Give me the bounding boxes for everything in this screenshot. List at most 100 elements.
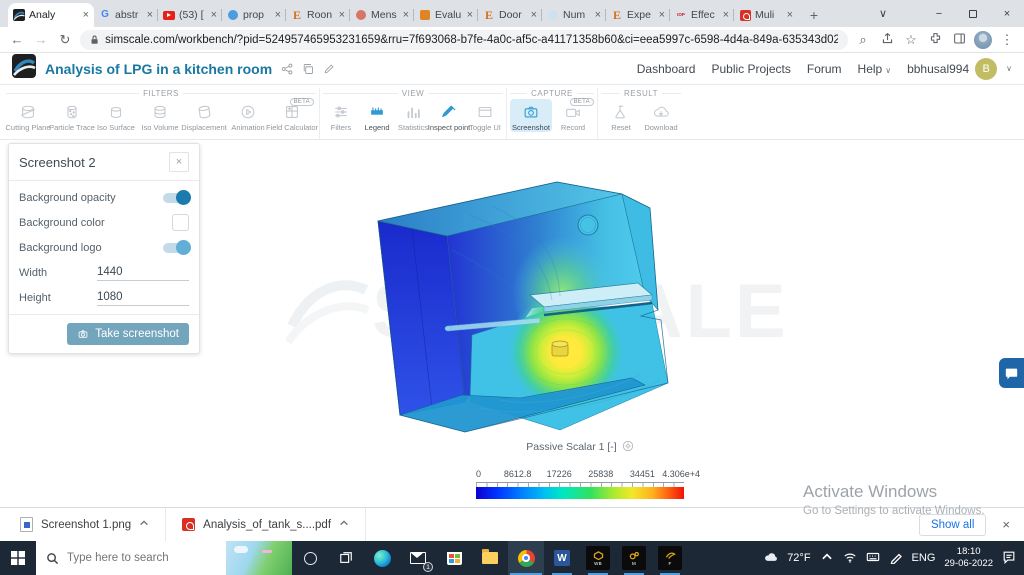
tab-close-icon[interactable]: × bbox=[403, 9, 409, 21]
toolbar-item-legend[interactable]: Legend bbox=[359, 99, 395, 132]
taskbar-app-ansys-wb[interactable]: WB bbox=[580, 541, 616, 575]
tab-close-icon[interactable]: × bbox=[147, 9, 153, 21]
width-input[interactable] bbox=[97, 264, 189, 281]
toolbar-item-toggle-ui[interactable]: Toggle UI bbox=[467, 99, 503, 132]
toolbar-item-animation[interactable]: Animation bbox=[226, 99, 270, 132]
taskbar-app-word[interactable]: W bbox=[544, 541, 580, 575]
tab-close-icon[interactable]: × bbox=[275, 9, 281, 21]
edit-title-pencil-icon[interactable] bbox=[323, 63, 335, 75]
tab-close-icon[interactable]: × bbox=[339, 9, 345, 21]
action-center-icon[interactable] bbox=[1002, 550, 1016, 567]
weather-widget-image[interactable] bbox=[226, 541, 292, 575]
background-color-swatch[interactable] bbox=[172, 214, 189, 231]
cortana-button[interactable] bbox=[292, 541, 328, 575]
show-all-button[interactable]: Show all bbox=[918, 513, 987, 536]
tab-close-icon[interactable]: × bbox=[467, 9, 473, 21]
downloads-close-icon[interactable]: × bbox=[1002, 517, 1010, 532]
toolbar-item-iso-surface[interactable]: Iso Surface bbox=[94, 99, 138, 132]
back-icon[interactable]: ← bbox=[8, 32, 26, 47]
tab-youtube[interactable]: (53) [ × bbox=[157, 3, 222, 27]
background-logo-toggle[interactable] bbox=[163, 239, 191, 255]
tab-expe[interactable]: E Expe × bbox=[605, 3, 670, 27]
nav-forum[interactable]: Forum bbox=[807, 62, 842, 76]
tab-close-icon[interactable]: × bbox=[787, 9, 793, 21]
copy-project-icon[interactable] bbox=[302, 63, 314, 75]
share-icon[interactable] bbox=[878, 32, 896, 48]
tab-effec[interactable]: IOP Effec × bbox=[669, 3, 734, 27]
tab-evalu[interactable]: Evalu × bbox=[413, 3, 478, 27]
legend-settings-gear-icon[interactable] bbox=[622, 440, 634, 455]
omnibox[interactable]: simscale.com/workbench/?pid=524957465953… bbox=[80, 29, 848, 50]
download-item-screenshot[interactable]: Screenshot 1.png bbox=[4, 508, 167, 541]
search-input[interactable] bbox=[67, 552, 187, 564]
pen-icon[interactable] bbox=[889, 550, 903, 567]
taskbar-app-ansys-fluent[interactable]: F bbox=[652, 541, 688, 575]
zoom-icon[interactable]: ⌕ bbox=[854, 32, 872, 48]
close-window-button[interactable]: × bbox=[990, 0, 1024, 27]
tab-close-icon[interactable]: × bbox=[211, 9, 217, 21]
nav-dashboard[interactable]: Dashboard bbox=[637, 62, 696, 76]
tab-roon[interactable]: E Roon × bbox=[285, 3, 350, 27]
chevron-up-icon[interactable] bbox=[139, 518, 149, 531]
tab-abstr[interactable]: G abstr × bbox=[94, 3, 158, 27]
height-input[interactable] bbox=[97, 289, 189, 306]
toolbar-item-statistics[interactable]: Statistics bbox=[395, 99, 431, 132]
toolbar-item-screenshot[interactable]: Screenshot bbox=[510, 99, 552, 132]
maximize-button[interactable] bbox=[956, 0, 990, 27]
weather-cloud-icon[interactable] bbox=[764, 550, 778, 567]
take-screenshot-button[interactable]: Take screenshot bbox=[67, 323, 189, 345]
toolbar-item-download[interactable]: Download bbox=[641, 99, 681, 132]
extensions-icon[interactable] bbox=[926, 32, 944, 48]
tab-close-icon[interactable]: × bbox=[531, 9, 537, 21]
taskbar-app-chrome[interactable] bbox=[508, 541, 544, 575]
user-menu[interactable]: bbhusal994 B ∨ bbox=[907, 57, 1012, 80]
taskbar-app-mail[interactable]: 1 bbox=[400, 541, 436, 575]
share-project-icon[interactable] bbox=[281, 63, 293, 75]
taskbar-app-ansys-mechanical[interactable]: M bbox=[616, 541, 652, 575]
sidebar-icon[interactable] bbox=[950, 32, 968, 48]
toolbar-item-particle-trace[interactable]: Particle Trace bbox=[49, 99, 95, 132]
taskbar-app-store[interactable] bbox=[436, 541, 472, 575]
nav-help[interactable]: Help ∨ bbox=[858, 62, 892, 76]
wifi-icon[interactable] bbox=[843, 550, 857, 567]
tab-prop[interactable]: prop × bbox=[221, 3, 286, 27]
dialog-close-button[interactable]: × bbox=[169, 152, 189, 172]
start-button[interactable] bbox=[0, 541, 36, 575]
reload-icon[interactable]: ↻ bbox=[56, 32, 74, 48]
language-indicator[interactable]: ENG bbox=[912, 552, 936, 564]
tab-num[interactable]: Num × bbox=[541, 3, 606, 27]
chat-widget-button[interactable] bbox=[999, 358, 1024, 388]
task-view-button[interactable] bbox=[328, 541, 364, 575]
chevron-up-icon[interactable] bbox=[339, 518, 349, 531]
minimize-button[interactable]: − bbox=[922, 0, 956, 27]
download-item-pdf[interactable]: Analysis_of_tank_s....pdf bbox=[166, 508, 367, 541]
browser-profile-avatar[interactable] bbox=[974, 30, 992, 49]
tab-close-icon[interactable]: × bbox=[595, 9, 601, 21]
browser-menu-kebab-icon[interactable]: ⋮ bbox=[998, 32, 1016, 48]
tab-door[interactable]: E Door × bbox=[477, 3, 542, 27]
tab-close-icon[interactable]: × bbox=[83, 9, 89, 21]
toolbar-item-displacement[interactable]: Displacement bbox=[181, 99, 227, 132]
touch-keyboard-icon[interactable] bbox=[866, 550, 880, 567]
toolbar-item-cutting-plane[interactable]: Cutting Plane bbox=[5, 99, 51, 132]
clock[interactable]: 18:10 29-06-2022 bbox=[944, 546, 993, 570]
hidden-icons-chevron[interactable] bbox=[820, 550, 834, 567]
toolbar-item-filters[interactable]: Filters bbox=[323, 99, 359, 132]
forward-icon[interactable]: → bbox=[32, 32, 50, 47]
nav-public-projects[interactable]: Public Projects bbox=[711, 62, 790, 76]
toolbar-item-iso-volume[interactable]: Iso Volume bbox=[138, 99, 182, 132]
taskbar-search-box[interactable] bbox=[36, 541, 292, 575]
tab-mens[interactable]: Mens × bbox=[349, 3, 414, 27]
tab-search-chevron-icon[interactable]: ∨ bbox=[866, 0, 900, 27]
tab-simscale[interactable]: Analy × bbox=[8, 3, 94, 27]
taskbar-app-explorer[interactable] bbox=[472, 541, 508, 575]
tab-muli[interactable]: Muli × bbox=[733, 3, 798, 27]
tab-close-icon[interactable]: × bbox=[659, 9, 665, 21]
tab-close-icon[interactable]: × bbox=[723, 9, 729, 21]
new-tab-button[interactable]: + bbox=[802, 3, 826, 27]
toolbar-item-record[interactable]: BETA Record bbox=[552, 98, 594, 132]
background-opacity-toggle[interactable] bbox=[163, 189, 191, 205]
bookmark-star-icon[interactable]: ☆ bbox=[902, 32, 920, 48]
taskbar-app-edge[interactable] bbox=[364, 541, 400, 575]
toolbar-item-field-calculator[interactable]: BETA Field Calculator bbox=[266, 98, 318, 132]
